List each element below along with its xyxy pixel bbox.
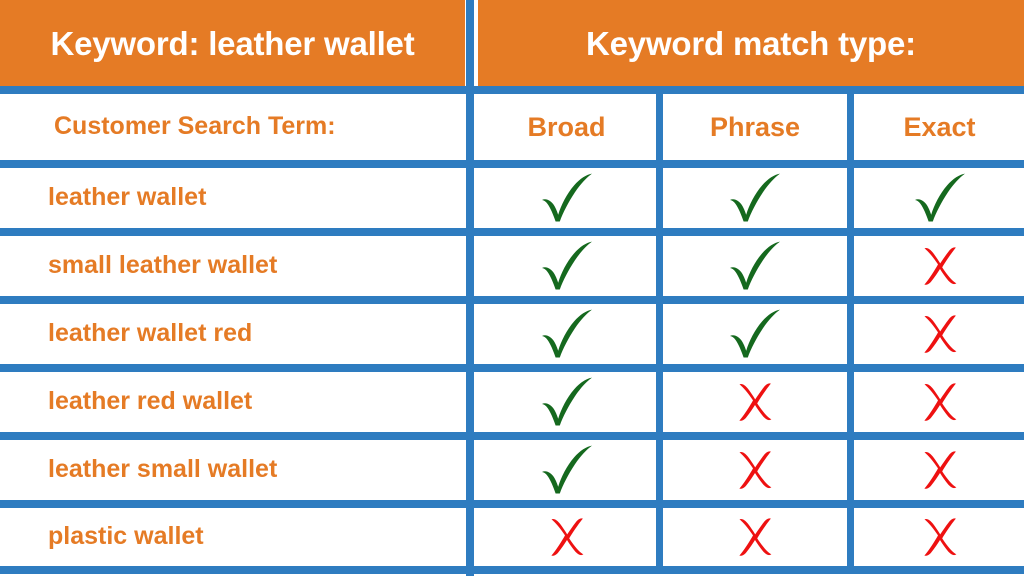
grid-hline-1 (0, 160, 1024, 168)
column-header-broad-label: Broad (527, 111, 606, 142)
checkmark-icon (730, 173, 780, 222)
grid-hline-6 (0, 500, 1024, 508)
grid-hline-5 (0, 432, 1024, 440)
search-term-label: leather red wallet (48, 387, 253, 416)
column-header-phrase-label: Phrase (709, 111, 801, 142)
cross-mark-icon (923, 383, 956, 421)
cross-mark-icon (923, 451, 956, 489)
cell-phrase (664, 508, 846, 566)
header-keyword-label: Keyword: leather wallet (50, 24, 415, 62)
grid-hline-2 (0, 228, 1024, 236)
cell-broad (478, 372, 655, 432)
search-term-label: plastic wallet (48, 522, 204, 551)
table-row: small leather wallet (0, 236, 465, 296)
header-cell-keyword: Keyword: leather wallet (0, 0, 465, 86)
cell-exact (855, 372, 1024, 432)
cell-exact (855, 304, 1024, 364)
cross-mark-icon (923, 315, 956, 353)
column-header-exact: Exact (855, 94, 1024, 160)
checkmark-icon (541, 241, 592, 290)
cell-phrase (664, 440, 846, 500)
column-header-phrase: Phrase (664, 94, 846, 160)
row-header-customer-search-term: Customer Search Term: (0, 94, 465, 160)
table-header-band: Keyword: leather wallet Keyword match ty… (0, 0, 1024, 86)
search-term-label: small leather wallet (48, 251, 278, 280)
cell-phrase (664, 236, 846, 296)
checkmark-icon (730, 309, 780, 358)
grid-vline-phrase-exact (847, 86, 854, 566)
checkmark-icon (541, 445, 592, 494)
cross-mark-icon (739, 383, 772, 421)
column-header-broad: Broad (478, 94, 655, 160)
cell-broad (478, 236, 655, 296)
table-row: leather wallet red (0, 304, 465, 364)
table-row: leather red wallet (0, 372, 465, 432)
search-term-label: leather small wallet (48, 455, 278, 484)
cell-broad (478, 508, 655, 566)
checkmark-icon (541, 377, 592, 426)
checkmark-icon (730, 241, 780, 290)
grid-hline-4 (0, 364, 1024, 372)
cell-exact (855, 168, 1024, 228)
checkmark-icon (914, 173, 965, 222)
cell-phrase (664, 304, 846, 364)
cell-broad (478, 168, 655, 228)
cell-phrase (664, 168, 846, 228)
table-row: leather wallet (0, 168, 465, 228)
cell-exact (855, 508, 1024, 566)
checkmark-icon (541, 173, 592, 222)
table-row: leather small wallet (0, 440, 465, 500)
grid-vline-main (466, 0, 474, 576)
cell-broad (478, 304, 655, 364)
keyword-match-type-table: Keyword: leather wallet Keyword match ty… (0, 0, 1024, 576)
grid-hline-3 (0, 296, 1024, 304)
grid-vline-broad-phrase (656, 86, 663, 566)
grid-hline-bottom (0, 566, 1024, 574)
column-header-exact-label: Exact (903, 111, 976, 142)
table-row: plastic wallet (0, 508, 465, 566)
header-cell-match-type: Keyword match type: (478, 0, 1024, 86)
cross-mark-icon (923, 518, 956, 556)
grid-hline-header (0, 86, 1024, 94)
cross-mark-icon (739, 451, 772, 489)
checkmark-icon (541, 309, 592, 358)
cross-mark-icon (550, 518, 583, 556)
customer-search-term-label: Customer Search Term: (54, 112, 336, 141)
cross-mark-icon (739, 518, 772, 556)
cell-exact (855, 236, 1024, 296)
search-term-label: leather wallet red (48, 319, 253, 348)
cell-exact (855, 440, 1024, 500)
cross-mark-icon (923, 247, 956, 285)
header-match-type-label: Keyword match type: (586, 24, 916, 62)
search-term-label: leather wallet (48, 183, 207, 212)
cell-broad (478, 440, 655, 500)
cell-phrase (664, 372, 846, 432)
